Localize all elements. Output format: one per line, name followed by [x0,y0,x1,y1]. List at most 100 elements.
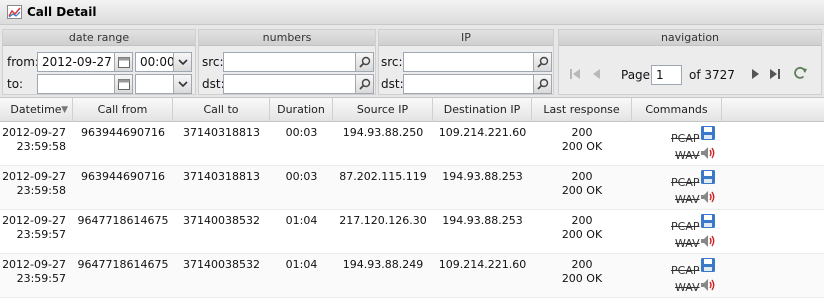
table-row[interactable]: 2012-09-27 23:59:58 963944690716 3714031881… [0,166,824,210]
from-date-value: 2012-09-27 [42,55,112,69]
column-header-source-ip[interactable]: Source IP [333,98,433,122]
response-text: 200 OK [561,228,603,241]
last-page-icon [770,69,780,79]
call-from-cell: 9647718614675 [77,258,169,271]
response-code: 200 [571,214,593,227]
call-from-cell: 963944690716 [81,170,165,183]
first-page-button[interactable] [567,66,583,82]
datetime-cell: 2012-09-27 23:59:58 [0,126,66,154]
save-icon[interactable] [700,213,716,229]
source-ip-cell: 217.120.126.30 [339,214,427,227]
next-page-icon [752,69,759,79]
response-text: 200 OK [561,184,603,197]
prev-page-icon [593,69,600,79]
to-date-field[interactable] [37,74,133,94]
save-icon[interactable] [700,257,716,273]
destination-ip-cell: 109.214.221.60 [438,258,527,271]
speaker-icon[interactable] [700,146,718,160]
source-ip-cell: 194.93.88.249 [342,258,424,271]
column-header-datetime[interactable]: Datetime ▼ [0,98,73,122]
numbers-header: numbers [199,30,375,46]
numbers-src-label: src: [202,55,224,69]
ip-src-search-button[interactable] [533,53,551,71]
from-label: from: [7,55,39,69]
column-header-source-ip-label: Source IP [356,103,409,116]
wav-download-link[interactable]: WAV [675,193,700,206]
page-label: Page [621,68,651,82]
table-row[interactable]: 2012-09-27 23:59:57 9647718614675 371400385… [0,210,824,254]
numbers-dst-search-button[interactable] [355,75,373,93]
call-from-cell: 963944690716 [81,126,165,139]
last-response-cell: 200 200 OK [532,214,632,242]
speaker-icon[interactable] [700,234,718,248]
datetime-date: 2012-09-27 [2,258,66,271]
numbers-dst-label: dst: [202,77,225,91]
duration-cell: 00:03 [285,126,318,139]
datetime-cell: 2012-09-27 23:59:58 [0,170,66,198]
call-to-cell: 37140318813 [183,170,260,183]
pcap-download-link[interactable]: PCAP [671,264,699,277]
column-header-destination-ip[interactable]: Destination IP [433,98,532,122]
wav-download-link[interactable]: WAV [675,237,700,250]
to-date-picker-button[interactable] [114,75,132,93]
to-time-dropdown-button[interactable] [173,75,191,93]
from-time-value: 00:00 [140,55,175,69]
numbers-dst-input[interactable] [223,74,374,94]
ip-dst-search-button[interactable] [533,75,551,93]
datetime-date: 2012-09-27 [2,170,66,183]
refresh-button[interactable] [792,65,808,81]
last-page-button[interactable] [767,66,783,82]
column-header-call-to[interactable]: Call to [173,98,270,122]
pcap-download-link[interactable]: PCAP [671,176,699,189]
from-time-select[interactable]: 00:00 [135,52,192,72]
search-icon [359,56,371,68]
save-icon[interactable] [700,125,716,141]
from-date-field[interactable]: 2012-09-27 [37,52,133,72]
response-text: 200 OK [561,272,603,285]
search-icon [537,56,549,68]
from-time-dropdown-button[interactable] [173,53,191,71]
duration-cell: 01:04 [285,214,318,227]
column-header-call-from[interactable]: Call from [73,98,173,122]
response-code: 200 [571,170,593,183]
datetime-cell: 2012-09-27 23:59:57 [0,258,66,286]
sort-arrow-icon: ▼ [61,105,68,115]
page-number-value: 1 [656,68,664,82]
navigation-group: navigation Page 1 of 3727 [558,29,822,95]
column-header-duration[interactable]: Duration [270,98,333,122]
response-code: 200 [571,258,593,271]
column-header-destination-ip-label: Destination IP [443,103,521,116]
speaker-icon[interactable] [700,190,718,204]
numbers-src-input[interactable] [223,52,374,72]
save-icon[interactable] [700,169,716,185]
ip-src-label: src: [381,55,403,69]
table-row[interactable]: 2012-09-27 23:59:58 963944690716 3714031881… [0,122,824,166]
call-from-cell: 9647718614675 [77,214,169,227]
chevron-down-icon [178,59,188,66]
last-response-cell: 200 200 OK [532,258,632,286]
response-text: 200 OK [561,140,603,153]
to-time-select[interactable] [135,74,192,94]
next-page-button[interactable] [747,66,763,82]
from-date-picker-button[interactable] [114,53,132,71]
column-header-commands[interactable]: Commands [632,98,722,122]
speaker-icon[interactable] [700,278,718,292]
pcap-download-link[interactable]: PCAP [671,220,699,233]
datetime-time: 23:59:57 [16,272,66,285]
datetime-cell: 2012-09-27 23:59:57 [0,214,66,242]
window-titlebar: Call Detail [0,0,824,25]
pcap-download-link[interactable]: PCAP [671,132,699,145]
page-number-input[interactable]: 1 [651,65,682,85]
wav-download-link[interactable]: WAV [675,149,700,162]
page-count-label: of 3727 [689,68,735,82]
prev-page-button[interactable] [589,66,605,82]
column-header-last-response[interactable]: Last response [532,98,632,122]
numbers-src-search-button[interactable] [355,53,373,71]
date-range-group: date range from: 2012-09-27 00:00 to: [2,29,196,95]
wav-download-link[interactable]: WAV [675,281,700,294]
ip-src-input[interactable] [403,52,552,72]
numbers-group: numbers src: dst: [198,29,376,95]
ip-header: IP [379,30,553,46]
table-row[interactable]: 2012-09-27 23:59:57 9647718614675 371400385… [0,254,824,298]
ip-dst-input[interactable] [403,74,552,94]
